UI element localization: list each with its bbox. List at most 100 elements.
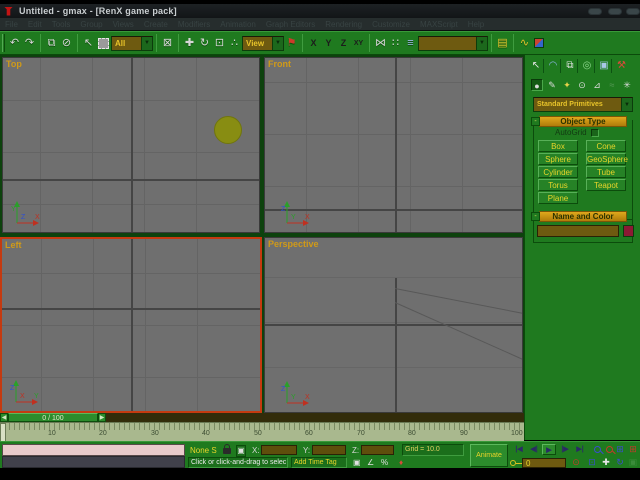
select-manipulate-icon[interactable]: ⚑: [284, 38, 299, 49]
zoom-all-icon[interactable]: [606, 446, 613, 453]
cylinder-button[interactable]: Cylinder: [538, 166, 578, 178]
region-zoom-icon[interactable]: ⊡: [586, 457, 598, 468]
maxscript-listener-output[interactable]: [2, 456, 185, 468]
object-color-swatch[interactable]: [623, 225, 634, 237]
minmax-toggle-icon[interactable]: ▣: [627, 457, 639, 468]
category-cameras-icon[interactable]: ⊙: [576, 79, 588, 91]
dropdown-arrow-icon[interactable]: ▼: [621, 98, 632, 111]
rollout-collapse-icon[interactable]: -: [531, 212, 540, 221]
zoom-icon[interactable]: [594, 446, 601, 453]
layer-manager-icon[interactable]: ▤: [495, 38, 510, 49]
set-key-icon[interactable]: [510, 460, 516, 466]
autogrid-checkbox[interactable]: [591, 129, 599, 137]
tab-modify-icon[interactable]: ◠: [546, 59, 561, 73]
menu-group[interactable]: Group: [75, 20, 107, 29]
tab-display-icon[interactable]: ▣: [597, 59, 612, 73]
percent-snap-icon[interactable]: %: [381, 458, 388, 468]
sphere-button[interactable]: Sphere: [538, 153, 578, 165]
minimize-button[interactable]: [588, 8, 602, 15]
tab-utilities-icon[interactable]: ⚒: [614, 59, 629, 73]
category-spacewarps-icon[interactable]: ≈: [606, 79, 618, 91]
menu-maxscript[interactable]: MAXScript: [415, 20, 463, 29]
dropdown-arrow-icon[interactable]: ▼: [141, 37, 152, 50]
reference-coord-dropdown[interactable]: View ▼: [242, 36, 284, 51]
menu-file[interactable]: File: [0, 20, 23, 29]
torus-button[interactable]: Torus: [538, 179, 578, 191]
restrict-xy-button[interactable]: XY: [351, 38, 366, 49]
viewport-front[interactable]: Front Z X Y: [264, 57, 523, 233]
primitives-category-dropdown[interactable]: Standard Primitives ▼: [533, 97, 633, 112]
selection-region-icon[interactable]: [98, 38, 109, 49]
mirror-icon[interactable]: ⋈: [373, 38, 388, 49]
maxscript-listener-input[interactable]: [2, 444, 185, 456]
track-bar-frame-indicator[interactable]: [0, 423, 6, 441]
select-rotate-icon[interactable]: ↻: [197, 38, 212, 49]
restrict-x-button[interactable]: X: [306, 38, 321, 49]
track-bar[interactable]: 10 20 30 40 50 60 70 80 90 100: [0, 422, 524, 441]
x-coord-field[interactable]: [261, 445, 297, 455]
zoom-extents-all-icon[interactable]: ⊞: [627, 444, 639, 455]
viewport-left[interactable]: Left Z Y X: [0, 237, 262, 413]
viewport-label-front[interactable]: Front: [268, 59, 291, 69]
y-coord-field[interactable]: [312, 445, 346, 455]
cone-button[interactable]: Cone: [586, 140, 626, 152]
time-slider-handle[interactable]: 0 / 100: [8, 413, 98, 422]
previous-frame-button[interactable]: ◀|: [527, 444, 541, 455]
menu-animation[interactable]: Animation: [215, 20, 261, 29]
rollout-collapse-icon[interactable]: -: [531, 117, 540, 126]
time-slider-forward-icon[interactable]: ▶: [98, 413, 106, 422]
select-link-icon[interactable]: ⧉: [44, 38, 59, 49]
menu-graph-editors[interactable]: Graph Editors: [261, 20, 320, 29]
viewport-label-perspective[interactable]: Perspective: [268, 239, 319, 249]
angle-snap-icon[interactable]: ∠: [367, 458, 374, 468]
category-systems-icon[interactable]: ✳: [621, 79, 633, 91]
animate-button[interactable]: Animate: [470, 444, 508, 467]
title-bar[interactable]: Untitled - gmax - [RenX game pack]: [0, 4, 640, 18]
selection-lock-icon[interactable]: [223, 448, 231, 454]
close-button[interactable]: [626, 8, 640, 15]
select-object-icon[interactable]: ↖: [81, 38, 96, 49]
category-lights-icon[interactable]: ✦: [561, 79, 573, 91]
toolbar-handle[interactable]: [2, 34, 5, 52]
arc-rotate-icon[interactable]: ↻: [614, 457, 626, 468]
render-icon[interactable]: [534, 38, 544, 48]
use-center-icon[interactable]: ∴: [227, 38, 242, 49]
current-frame-field[interactable]: 0: [522, 458, 566, 468]
undo-icon[interactable]: ↶: [7, 38, 22, 49]
play-button[interactable]: ▶: [542, 444, 556, 455]
zoom-extents-icon[interactable]: ⊞: [614, 444, 626, 455]
teapot-button[interactable]: Teapot: [586, 179, 626, 191]
redo-icon[interactable]: ↷: [22, 38, 37, 49]
time-slider-back-icon[interactable]: ◀: [0, 413, 8, 422]
align-icon[interactable]: ≡: [403, 38, 418, 49]
geosphere-button[interactable]: GeoSphere: [586, 153, 626, 165]
box-button[interactable]: Box: [538, 140, 578, 152]
viewport-label-left[interactable]: Left: [5, 240, 22, 250]
plane-button[interactable]: Plane: [538, 192, 578, 204]
category-helpers-icon[interactable]: ⊿: [591, 79, 603, 91]
menu-views[interactable]: Views: [108, 20, 139, 29]
menu-rendering[interactable]: Rendering: [320, 20, 367, 29]
snap-toggle-icon[interactable]: ▣: [353, 458, 361, 468]
menu-help[interactable]: Help: [463, 20, 489, 29]
key-filter-icon[interactable]: ♦: [399, 458, 403, 468]
select-move-icon[interactable]: ✚: [182, 38, 197, 49]
pan-icon[interactable]: ✚: [600, 457, 612, 468]
maximize-button[interactable]: [608, 8, 622, 15]
tab-hierarchy-icon[interactable]: ⧉: [563, 59, 578, 73]
time-config-icon[interactable]: ⊙: [570, 457, 582, 468]
window-crossing-icon[interactable]: ⊠: [160, 38, 175, 49]
object-type-rollout-header[interactable]: Object Type: [539, 116, 627, 127]
unlink-icon[interactable]: ⊘: [59, 38, 74, 49]
array-icon[interactable]: ∷: [388, 38, 403, 49]
selection-filter-dropdown[interactable]: All ▼: [111, 36, 153, 51]
go-to-end-button[interactable]: ▶|: [573, 444, 587, 455]
tab-motion-icon[interactable]: ◎: [580, 59, 595, 73]
restrict-y-button[interactable]: Y: [321, 38, 336, 49]
menu-tools[interactable]: Tools: [47, 20, 76, 29]
menu-create[interactable]: Create: [139, 20, 173, 29]
go-to-start-button[interactable]: |◀: [512, 444, 526, 455]
material-editor-icon[interactable]: ∿: [517, 38, 532, 49]
next-frame-button[interactable]: |▶: [558, 444, 572, 455]
name-color-rollout-header[interactable]: Name and Color: [539, 211, 627, 222]
